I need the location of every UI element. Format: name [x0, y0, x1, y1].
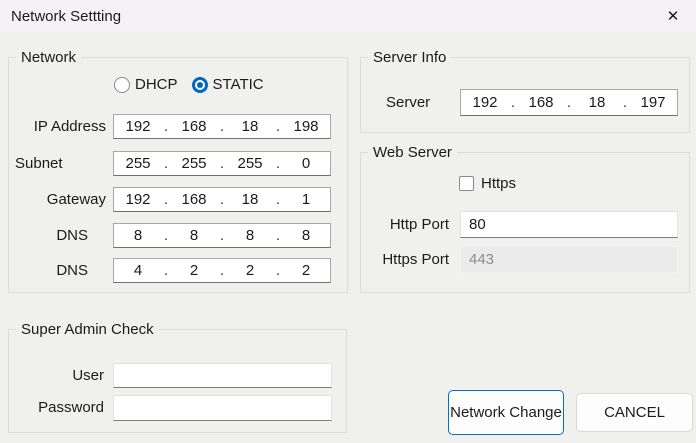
dns2-row: DNS 4 . 2 . 2 . 2: [9, 258, 347, 283]
dhcp-radio[interactable]: [114, 77, 130, 93]
ip-octet: 18: [241, 191, 259, 208]
http-port-row: Http Port: [361, 211, 689, 238]
ip-octet: 2: [245, 262, 255, 279]
subnet-label: Subnet: [15, 155, 63, 172]
ip-octet: 192: [125, 191, 151, 208]
ip-octet: 192: [472, 94, 498, 111]
ip-octet: 1: [301, 191, 311, 208]
dot-separator: .: [622, 94, 628, 111]
server-row: Server 192 . 168 . 18 . 197: [361, 89, 689, 116]
http-port-label: Http Port: [389, 216, 449, 233]
ip-octet: 168: [528, 94, 554, 111]
ip-octet: 2: [189, 262, 199, 279]
close-icon: ✕: [666, 8, 680, 25]
network-change-button-label: Network Change: [450, 404, 562, 421]
https-port-label: Https Port: [382, 251, 449, 268]
ip-octet: 18: [588, 94, 606, 111]
dot-separator: .: [163, 191, 169, 208]
dot-separator: .: [219, 262, 225, 279]
web-server-group: Web Server Https Http Port Https Port: [360, 143, 690, 293]
subnet-row: Subnet 255 . 255 . 255 . 0: [9, 151, 347, 176]
dot-separator: .: [163, 155, 169, 172]
static-radio[interactable]: [191, 77, 208, 93]
network-setting-dialog: Network Settting ✕ Network DHCP STATIC I…: [0, 0, 696, 443]
ip-address-row: IP Address 192 . 168 . 18 . 198: [9, 114, 347, 139]
server-info-group: Server Info Server 192 . 168 . 18 . 197: [360, 48, 690, 133]
ip-octet: 192: [125, 118, 151, 135]
cancel-button-label: CANCEL: [604, 404, 665, 421]
network-group-label: Network: [16, 48, 82, 67]
dot-separator: .: [275, 191, 281, 208]
ip-address-label: IP Address: [33, 118, 106, 135]
ip-octet: 0: [301, 155, 311, 172]
dot-separator: .: [275, 155, 281, 172]
dns1-label: DNS: [56, 227, 88, 244]
gateway-row: Gateway 192 . 168 . 18 . 1: [9, 187, 347, 212]
ip-octet: 198: [293, 118, 319, 135]
ip-octet: 255: [125, 155, 151, 172]
ip-octet: 8: [133, 227, 143, 244]
ip-octet: 255: [181, 155, 207, 172]
cancel-button[interactable]: CANCEL: [576, 393, 693, 432]
dot-separator: .: [219, 191, 225, 208]
password-label: Password: [38, 399, 104, 416]
https-checkbox-row: Https: [459, 175, 516, 192]
ip-octet: 4: [133, 262, 143, 279]
dot-separator: .: [219, 155, 225, 172]
dot-separator: .: [219, 227, 225, 244]
dot-separator: .: [510, 94, 516, 111]
ip-octet: 168: [181, 191, 207, 208]
dot-separator: .: [275, 262, 281, 279]
server-ip-field[interactable]: 192 . 168 . 18 . 197: [460, 89, 678, 116]
dhcp-static-radio-row: DHCP STATIC: [114, 77, 264, 93]
dot-separator: .: [163, 227, 169, 244]
web-server-group-label: Web Server: [368, 143, 457, 162]
network-change-button[interactable]: Network Change: [448, 390, 564, 435]
ip-octet: 8: [301, 227, 311, 244]
https-checkbox-label: Https: [481, 175, 517, 192]
https-port-input: [460, 246, 678, 273]
password-input[interactable]: [113, 395, 332, 421]
user-label: User: [72, 367, 104, 384]
ip-address-field[interactable]: 192 . 168 . 18 . 198: [113, 114, 331, 139]
dot-separator: .: [566, 94, 572, 111]
dot-separator: .: [275, 227, 281, 244]
dot-separator: .: [275, 118, 281, 135]
https-checkbox[interactable]: [459, 176, 474, 191]
dot-separator: .: [163, 262, 169, 279]
dns1-row: DNS 8 . 8 . 8 . 8: [9, 223, 347, 248]
ip-octet: 18: [241, 118, 259, 135]
super-admin-check-group: Super Admin Check User Password: [8, 320, 347, 433]
network-group: Network DHCP STATIC IP Address 192 . 168…: [8, 48, 348, 293]
ip-octet: 255: [237, 155, 263, 172]
user-input[interactable]: [113, 363, 332, 388]
dns1-field[interactable]: 8 . 8 . 8 . 8: [113, 223, 331, 248]
ip-octet: 8: [245, 227, 255, 244]
dhcp-radio-label: DHCP: [135, 76, 178, 93]
http-port-input[interactable]: [460, 211, 678, 238]
dns2-field[interactable]: 4 . 2 . 2 . 2: [113, 258, 331, 283]
password-row: Password: [9, 395, 346, 421]
titlebar: Network Settting ✕: [0, 0, 696, 32]
super-admin-check-group-label: Super Admin Check: [16, 320, 159, 339]
subnet-field[interactable]: 255 . 255 . 255 . 0: [113, 151, 331, 176]
ip-octet: 2: [301, 262, 311, 279]
gateway-label: Gateway: [46, 191, 106, 208]
window-title: Network Settting: [11, 7, 122, 25]
ip-octet: 168: [181, 118, 207, 135]
dns2-label: DNS: [56, 262, 88, 279]
server-label: Server: [386, 94, 431, 111]
ip-octet: 8: [189, 227, 199, 244]
server-info-group-label: Server Info: [368, 48, 452, 67]
close-button[interactable]: ✕: [650, 0, 696, 32]
ip-octet: 197: [640, 94, 666, 111]
user-row: User: [9, 363, 346, 388]
static-radio-label: STATIC: [212, 76, 264, 93]
gateway-field[interactable]: 192 . 168 . 18 . 1: [113, 187, 331, 212]
https-port-row: Https Port: [361, 246, 689, 273]
dot-separator: .: [163, 118, 169, 135]
dot-separator: .: [219, 118, 225, 135]
